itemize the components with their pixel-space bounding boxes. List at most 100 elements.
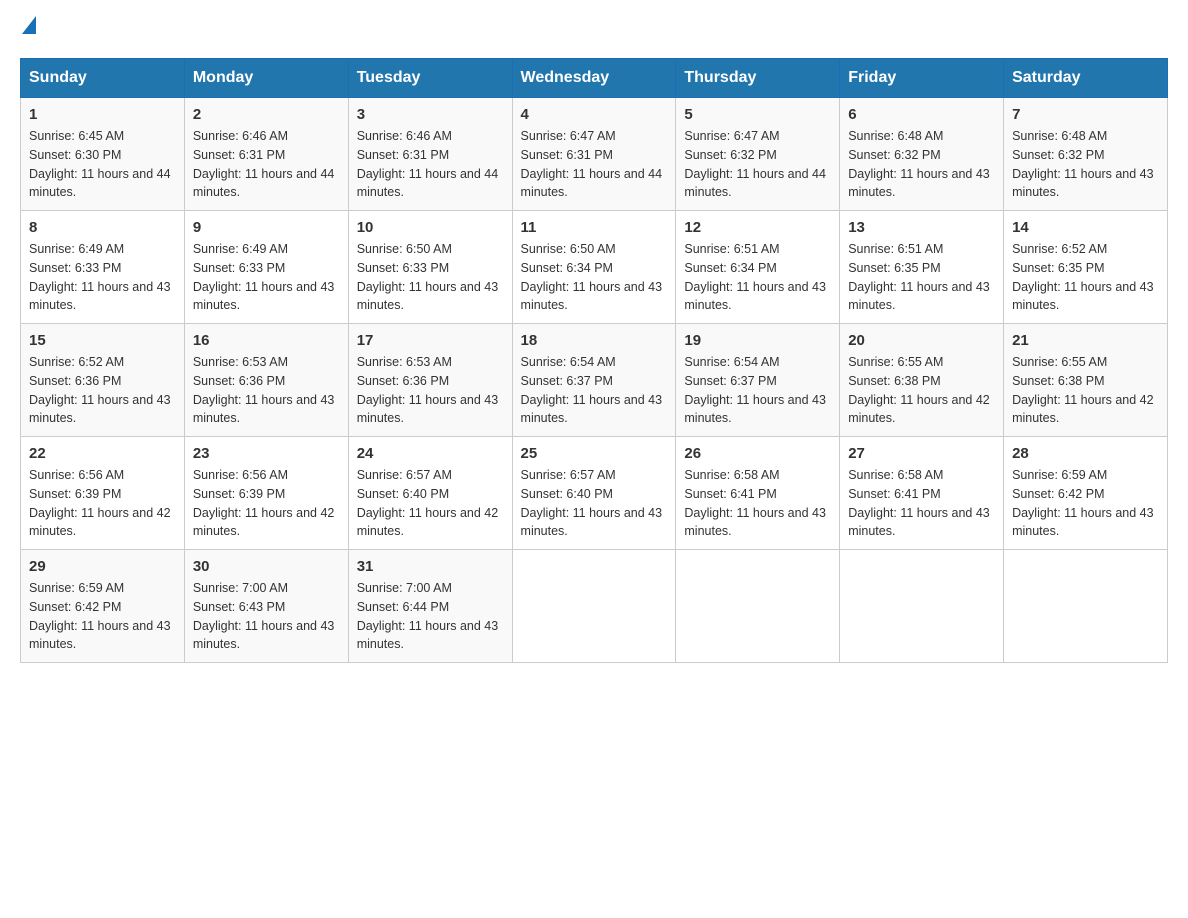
daylight-label: Daylight: 11 hours and 42 minutes. [357,506,499,539]
day-info: Sunrise: 6:49 AM Sunset: 6:33 PM Dayligh… [29,240,176,315]
sunset-label: Sunset: 6:35 PM [1012,261,1104,275]
day-info: Sunrise: 6:53 AM Sunset: 6:36 PM Dayligh… [193,353,340,428]
table-row: 13 Sunrise: 6:51 AM Sunset: 6:35 PM Dayl… [840,211,1004,324]
sunrise-label: Sunrise: 6:56 AM [193,468,288,482]
page-header [20,20,1168,38]
calendar-header-row: Sunday Monday Tuesday Wednesday Thursday… [21,59,1168,98]
table-row: 23 Sunrise: 6:56 AM Sunset: 6:39 PM Dayl… [184,437,348,550]
table-row [1004,550,1168,663]
day-number: 22 [29,445,176,462]
table-row: 25 Sunrise: 6:57 AM Sunset: 6:40 PM Dayl… [512,437,676,550]
daylight-label: Daylight: 11 hours and 43 minutes. [521,393,663,426]
day-info: Sunrise: 6:54 AM Sunset: 6:37 PM Dayligh… [521,353,668,428]
day-info: Sunrise: 6:47 AM Sunset: 6:31 PM Dayligh… [521,127,668,202]
header-monday: Monday [184,59,348,98]
day-number: 1 [29,106,176,123]
sunrise-label: Sunrise: 6:51 AM [684,242,779,256]
daylight-label: Daylight: 11 hours and 43 minutes. [848,506,990,539]
daylight-label: Daylight: 11 hours and 43 minutes. [29,619,171,652]
daylight-label: Daylight: 11 hours and 43 minutes. [1012,280,1154,313]
daylight-label: Daylight: 11 hours and 43 minutes. [29,393,171,426]
sunrise-label: Sunrise: 6:47 AM [684,129,779,143]
header-tuesday: Tuesday [348,59,512,98]
sunset-label: Sunset: 6:34 PM [684,261,776,275]
calendar-week-row: 22 Sunrise: 6:56 AM Sunset: 6:39 PM Dayl… [21,437,1168,550]
sunset-label: Sunset: 6:33 PM [193,261,285,275]
day-number: 9 [193,219,340,236]
day-number: 2 [193,106,340,123]
sunset-label: Sunset: 6:32 PM [1012,148,1104,162]
day-number: 14 [1012,219,1159,236]
daylight-label: Daylight: 11 hours and 43 minutes. [357,393,499,426]
sunset-label: Sunset: 6:32 PM [684,148,776,162]
calendar-table: Sunday Monday Tuesday Wednesday Thursday… [20,58,1168,663]
day-info: Sunrise: 6:56 AM Sunset: 6:39 PM Dayligh… [29,466,176,541]
day-number: 23 [193,445,340,462]
day-number: 10 [357,219,504,236]
sunrise-label: Sunrise: 6:50 AM [357,242,452,256]
table-row: 12 Sunrise: 6:51 AM Sunset: 6:34 PM Dayl… [676,211,840,324]
sunset-label: Sunset: 6:38 PM [1012,374,1104,388]
daylight-label: Daylight: 11 hours and 43 minutes. [684,393,826,426]
sunset-label: Sunset: 6:30 PM [29,148,121,162]
sunset-label: Sunset: 6:37 PM [684,374,776,388]
day-info: Sunrise: 6:50 AM Sunset: 6:33 PM Dayligh… [357,240,504,315]
day-number: 20 [848,332,995,349]
day-info: Sunrise: 6:51 AM Sunset: 6:35 PM Dayligh… [848,240,995,315]
table-row: 29 Sunrise: 6:59 AM Sunset: 6:42 PM Dayl… [21,550,185,663]
table-row: 26 Sunrise: 6:58 AM Sunset: 6:41 PM Dayl… [676,437,840,550]
logo [20,20,36,38]
sunset-label: Sunset: 6:42 PM [29,600,121,614]
sunrise-label: Sunrise: 6:57 AM [521,468,616,482]
day-info: Sunrise: 6:57 AM Sunset: 6:40 PM Dayligh… [357,466,504,541]
sunset-label: Sunset: 6:35 PM [848,261,940,275]
sunrise-label: Sunrise: 6:48 AM [1012,129,1107,143]
daylight-label: Daylight: 11 hours and 44 minutes. [193,167,335,200]
day-number: 21 [1012,332,1159,349]
daylight-label: Daylight: 11 hours and 44 minutes. [521,167,663,200]
sunrise-label: Sunrise: 6:56 AM [29,468,124,482]
sunrise-label: Sunrise: 7:00 AM [357,581,452,595]
day-info: Sunrise: 6:50 AM Sunset: 6:34 PM Dayligh… [521,240,668,315]
table-row: 11 Sunrise: 6:50 AM Sunset: 6:34 PM Dayl… [512,211,676,324]
day-info: Sunrise: 6:55 AM Sunset: 6:38 PM Dayligh… [1012,353,1159,428]
sunset-label: Sunset: 6:41 PM [684,487,776,501]
daylight-label: Daylight: 11 hours and 43 minutes. [521,506,663,539]
day-info: Sunrise: 6:46 AM Sunset: 6:31 PM Dayligh… [193,127,340,202]
sunset-label: Sunset: 6:31 PM [521,148,613,162]
day-number: 5 [684,106,831,123]
sunset-label: Sunset: 6:33 PM [357,261,449,275]
sunrise-label: Sunrise: 6:54 AM [684,355,779,369]
table-row: 14 Sunrise: 6:52 AM Sunset: 6:35 PM Dayl… [1004,211,1168,324]
day-info: Sunrise: 6:57 AM Sunset: 6:40 PM Dayligh… [521,466,668,541]
table-row: 15 Sunrise: 6:52 AM Sunset: 6:36 PM Dayl… [21,324,185,437]
day-number: 25 [521,445,668,462]
table-row: 2 Sunrise: 6:46 AM Sunset: 6:31 PM Dayli… [184,98,348,211]
header-saturday: Saturday [1004,59,1168,98]
sunset-label: Sunset: 6:44 PM [357,600,449,614]
table-row: 28 Sunrise: 6:59 AM Sunset: 6:42 PM Dayl… [1004,437,1168,550]
sunset-label: Sunset: 6:42 PM [1012,487,1104,501]
sunrise-label: Sunrise: 6:54 AM [521,355,616,369]
daylight-label: Daylight: 11 hours and 43 minutes. [1012,167,1154,200]
table-row: 19 Sunrise: 6:54 AM Sunset: 6:37 PM Dayl… [676,324,840,437]
table-row [676,550,840,663]
day-number: 13 [848,219,995,236]
daylight-label: Daylight: 11 hours and 43 minutes. [684,506,826,539]
daylight-label: Daylight: 11 hours and 42 minutes. [193,506,335,539]
sunset-label: Sunset: 6:36 PM [357,374,449,388]
day-info: Sunrise: 6:48 AM Sunset: 6:32 PM Dayligh… [1012,127,1159,202]
sunrise-label: Sunrise: 6:50 AM [521,242,616,256]
sunrise-label: Sunrise: 6:58 AM [848,468,943,482]
day-info: Sunrise: 6:53 AM Sunset: 6:36 PM Dayligh… [357,353,504,428]
daylight-label: Daylight: 11 hours and 43 minutes. [521,280,663,313]
day-number: 30 [193,558,340,575]
daylight-label: Daylight: 11 hours and 43 minutes. [357,619,499,652]
daylight-label: Daylight: 11 hours and 42 minutes. [29,506,171,539]
daylight-label: Daylight: 11 hours and 43 minutes. [848,167,990,200]
sunset-label: Sunset: 6:31 PM [193,148,285,162]
daylight-label: Daylight: 11 hours and 43 minutes. [357,280,499,313]
day-number: 24 [357,445,504,462]
sunrise-label: Sunrise: 6:59 AM [29,581,124,595]
header-thursday: Thursday [676,59,840,98]
